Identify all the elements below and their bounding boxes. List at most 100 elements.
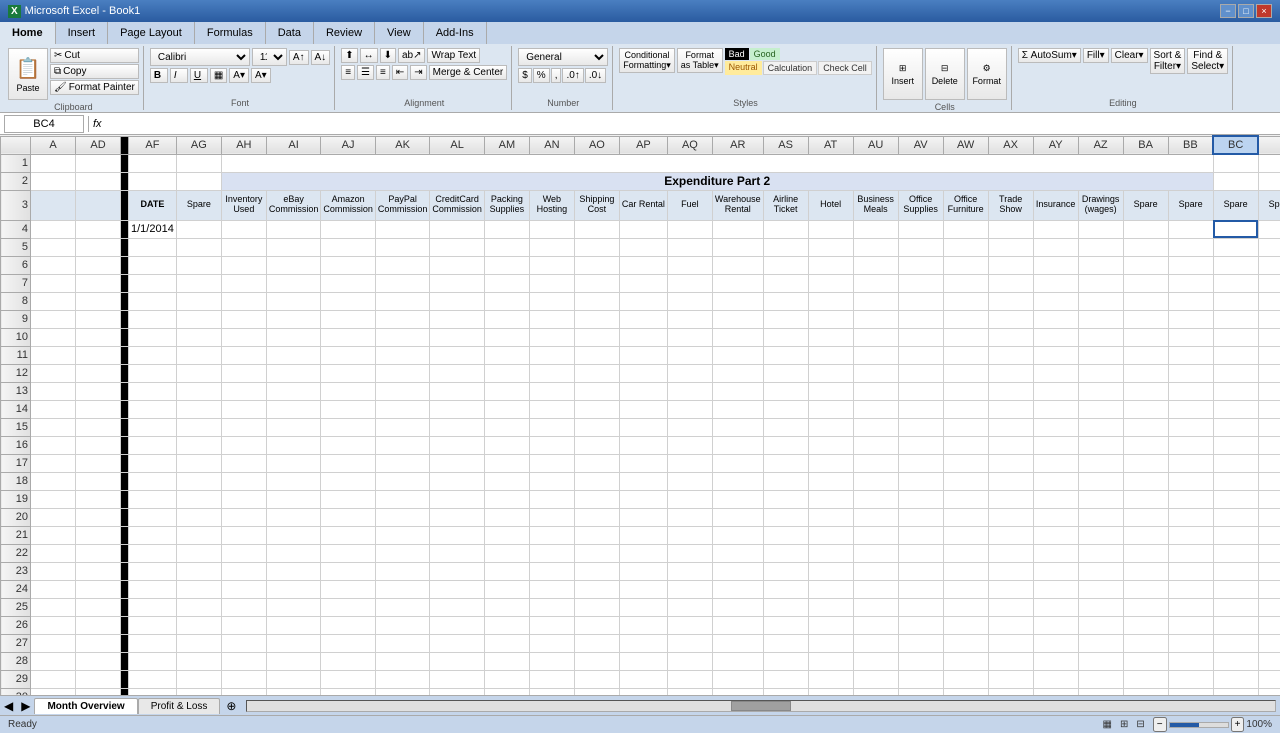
cell-data-14-13[interactable] [763,400,808,418]
cell-data-27-1[interactable] [176,634,221,652]
cell-data-30-1[interactable] [176,688,221,695]
cell-data-27-17[interactable] [943,634,988,652]
cell-data-9-5[interactable] [375,310,430,328]
cell-col-24-0[interactable] [31,580,76,598]
cell-data-24-24[interactable] [1258,580,1280,598]
cell-data-15-19[interactable] [1033,418,1078,436]
cell-data-16-24[interactable] [1258,436,1280,454]
cell-data-6-4[interactable] [321,256,376,274]
cell-data-16-22[interactable] [1168,436,1213,454]
cell-data-22-12[interactable] [712,544,763,562]
cell-AR3[interactable]: WarehouseRental [712,190,763,220]
row-1[interactable]: 1 [1,154,31,172]
cell-col-16-1[interactable] [76,436,121,454]
cell-data-9-18[interactable] [988,310,1033,328]
cell-data-7-8[interactable] [529,274,574,292]
cell-AJ4[interactable] [321,220,376,238]
cut-button[interactable]: ✂ Cut [50,48,139,63]
cell-data-17-21[interactable] [1123,454,1168,472]
col-AV[interactable]: AV [898,136,943,154]
cell-data-9-22[interactable] [1168,310,1213,328]
row-30[interactable]: 30 [1,688,31,695]
cell-data-25-6[interactable] [430,598,485,616]
cell-data-23-4[interactable] [321,562,376,580]
cell-data-21-15[interactable] [853,526,898,544]
cell-data-12-22[interactable] [1168,364,1213,382]
cell-data-27-13[interactable] [763,634,808,652]
cell-A1[interactable] [31,154,76,172]
cell-data-23-18[interactable] [988,562,1033,580]
cell-data-10-14[interactable] [808,328,853,346]
col-AS[interactable]: AS [763,136,808,154]
cell-data-23-1[interactable] [176,562,221,580]
cell-data-18-16[interactable] [898,472,943,490]
cell-data-13-1[interactable] [176,382,221,400]
shrink-font-btn[interactable]: A↓ [311,50,331,65]
view-normal[interactable]: ▦ [1103,719,1112,730]
cell-data-26-8[interactable] [529,616,574,634]
cell-data-13-7[interactable] [484,382,529,400]
cell-AF4-date[interactable]: 1/1/2014 [129,220,177,238]
row-23[interactable]: 23 [1,562,31,580]
cell-data-6-6[interactable] [430,256,485,274]
paste-button[interactable]: 📋 Paste [8,48,48,100]
cell-data-8-1[interactable] [176,292,221,310]
cell-data-11-18[interactable] [988,346,1033,364]
cell-data-27-0[interactable] [129,634,177,652]
font-size-select[interactable]: 11 [252,48,287,66]
cell-data-10-13[interactable] [763,328,808,346]
cell-data-6-13[interactable] [763,256,808,274]
cell-data-8-0[interactable] [129,292,177,310]
cell-data-30-19[interactable] [1033,688,1078,695]
cell-data-10-15[interactable] [853,328,898,346]
cell-data-28-16[interactable] [898,652,943,670]
cell-data-25-21[interactable] [1123,598,1168,616]
cell-data-11-8[interactable] [529,346,574,364]
cell-data-10-18[interactable] [988,328,1033,346]
cell-data-28-9[interactable] [574,652,619,670]
cell-col-28-1[interactable] [76,652,121,670]
cell-data-7-0[interactable] [129,274,177,292]
cell-data-17-5[interactable] [375,454,430,472]
cell-data-5-7[interactable] [484,238,529,256]
cell-data-28-7[interactable] [484,652,529,670]
cell-data-24-1[interactable] [176,580,221,598]
cell-data-8-21[interactable] [1123,292,1168,310]
cell-data-26-18[interactable] [988,616,1033,634]
scrollbar-thumb[interactable] [731,701,791,711]
formula-input[interactable] [106,115,1276,133]
col-AT[interactable]: AT [808,136,853,154]
row-28[interactable]: 28 [1,652,31,670]
cell-data-17-23[interactable] [1213,454,1258,472]
cell-data-24-3[interactable] [266,580,321,598]
cell-data-16-7[interactable] [484,436,529,454]
cell-data-22-0[interactable] [129,544,177,562]
cell-data-25-23[interactable] [1213,598,1258,616]
cell-data-17-14[interactable] [808,454,853,472]
font-name-select[interactable]: Calibri [150,48,250,66]
cell-data-22-9[interactable] [574,544,619,562]
cell-data-14-6[interactable] [430,400,485,418]
cell-data-20-14[interactable] [808,508,853,526]
cell-data-27-2[interactable] [221,634,266,652]
cell-data-12-23[interactable] [1213,364,1258,382]
cell-data-15-2[interactable] [221,418,266,436]
row-14[interactable]: 14 [1,400,31,418]
cell-AQ3[interactable]: Fuel [667,190,712,220]
cell-data-13-21[interactable] [1123,382,1168,400]
cell-data-22-17[interactable] [943,544,988,562]
cell-data-19-10[interactable] [619,490,667,508]
cell-data-8-15[interactable] [853,292,898,310]
row-17[interactable]: 17 [1,454,31,472]
col-AP[interactable]: AP [619,136,667,154]
cell-data-30-7[interactable] [484,688,529,695]
cell-data-8-4[interactable] [321,292,376,310]
cell-data-17-1[interactable] [176,454,221,472]
cell-data-7-9[interactable] [574,274,619,292]
cell-col-20-1[interactable] [76,508,121,526]
cell-data-28-8[interactable] [529,652,574,670]
cell-data-13-22[interactable] [1168,382,1213,400]
cell-col-29-0[interactable] [31,670,76,688]
cell-data-10-22[interactable] [1168,328,1213,346]
cell-col-9-0[interactable] [31,310,76,328]
